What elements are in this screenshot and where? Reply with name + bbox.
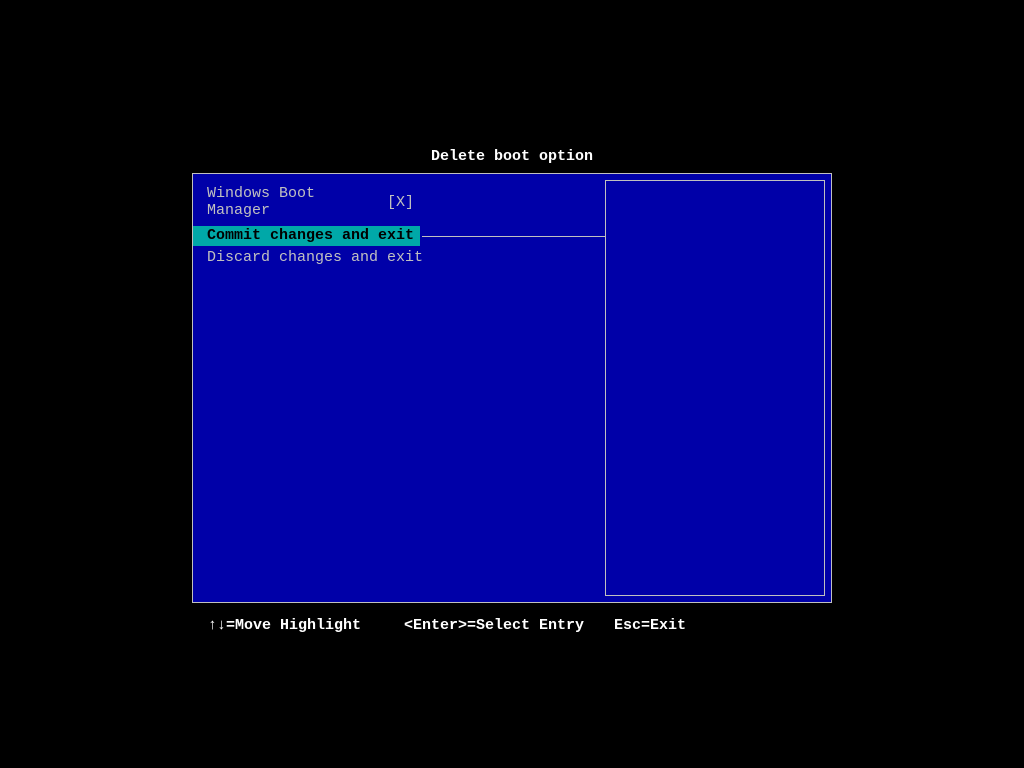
hint-exit: Esc=Exit (614, 617, 686, 634)
footer-hints: ↑↓=Move Highlight <Enter>=Select Entry E… (192, 617, 832, 634)
page-title: Delete boot option (192, 148, 832, 165)
boot-entry-label: Windows Boot Manager (207, 185, 387, 219)
boot-entry-row[interactable]: Windows Boot Manager [X] (193, 192, 605, 212)
menu-commit-changes[interactable]: Commit changes and exit (193, 226, 420, 246)
boot-entry-checkbox[interactable]: [X] (387, 194, 414, 211)
bios-setup-screen: Delete boot option Windows Boot Manager … (192, 148, 832, 634)
help-panel (605, 180, 825, 596)
menu-discard-changes[interactable]: Discard changes and exit (193, 248, 605, 268)
separator-row: Commit changes and exit (193, 226, 605, 246)
hint-move: ↑↓=Move Highlight (208, 617, 404, 634)
left-panel: Windows Boot Manager [X] Commit changes … (193, 174, 605, 602)
separator-line (422, 236, 605, 237)
main-box: Windows Boot Manager [X] Commit changes … (192, 173, 832, 603)
hint-select: <Enter>=Select Entry (404, 617, 614, 634)
